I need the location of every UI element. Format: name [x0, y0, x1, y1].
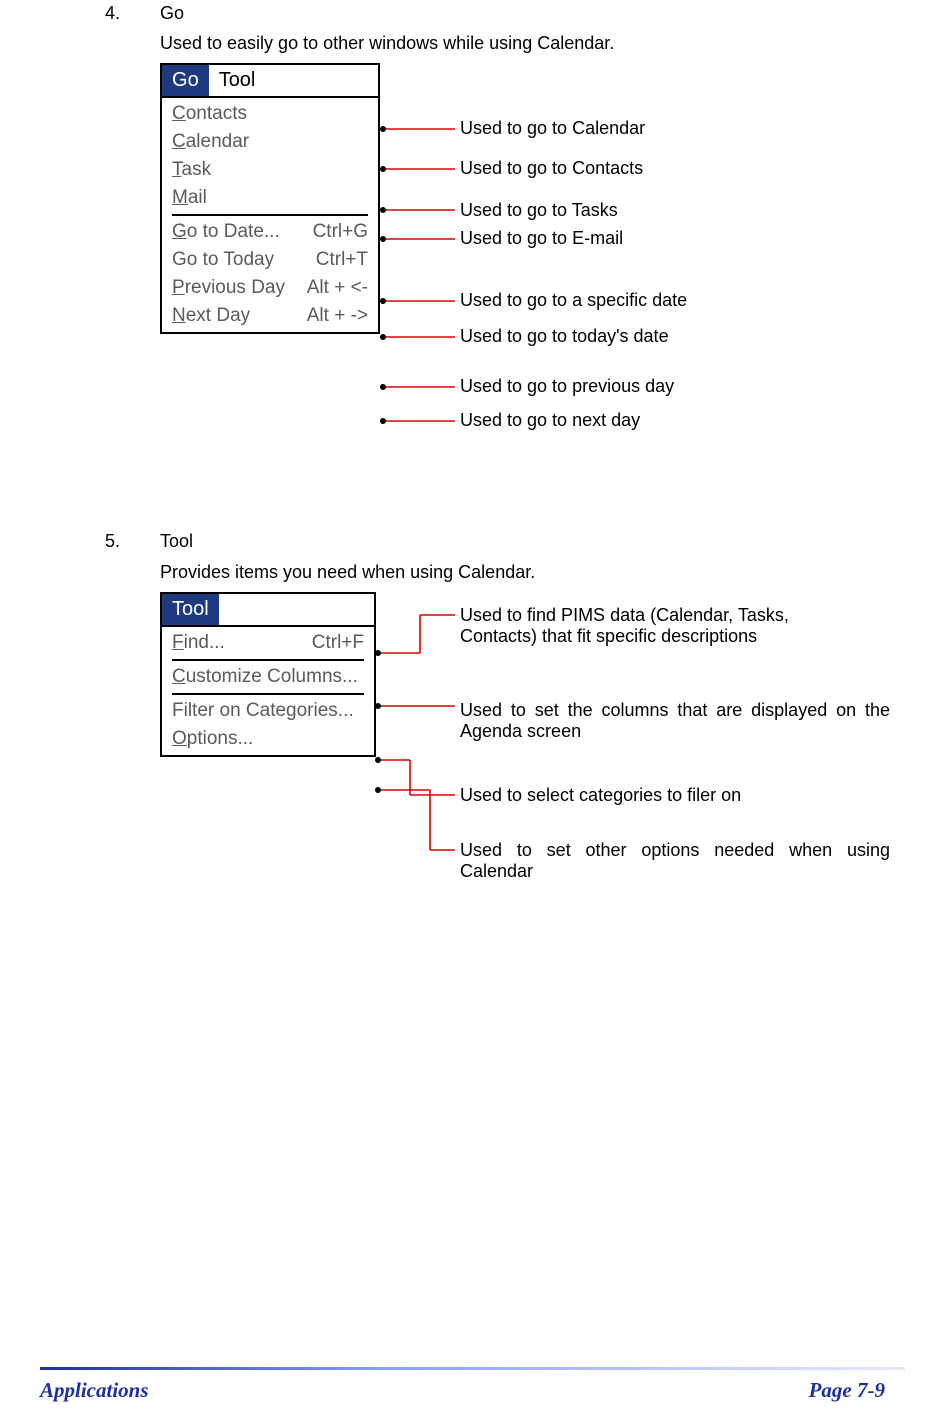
tool-desc-2: Used to select categories to filer on [460, 785, 890, 806]
tool-menu-screenshot: Tool Find...Ctrl+F Customize Columns... … [160, 592, 376, 757]
tool-desc-1: Used to set the columns that are display… [460, 700, 890, 742]
section5-title: Tool [160, 531, 193, 552]
go-item-calendar[interactable]: Calendar [162, 128, 378, 156]
go-menu-screenshot: Go Tool Contacts Calendar Task Mail Go t… [160, 63, 380, 334]
section5-desc: Provides items you need when using Calen… [160, 562, 535, 583]
tool-separator-1 [172, 659, 364, 661]
go-menubar: Go Tool [162, 65, 378, 98]
tool-item-options[interactable]: Options... [162, 725, 374, 753]
go-item-task[interactable]: Task [162, 156, 378, 184]
footer-page: Page 7-9 [809, 1378, 885, 1403]
go-desc-7: Used to go to next day [460, 410, 640, 431]
section4-desc: Used to easily go to other windows while… [160, 33, 614, 54]
tool-desc-3: Used to set other options needed when us… [460, 840, 890, 882]
go-item-gotodate[interactable]: Go to Date...Ctrl+G [162, 218, 378, 246]
go-desc-5: Used to go to today's date [460, 326, 669, 347]
footer-rule [40, 1367, 905, 1370]
tool-desc-0: Used to find PIMS data (Calendar, Tasks,… [460, 605, 830, 647]
go-desc-0: Used to go to Calendar [460, 118, 645, 139]
go-item-nextday[interactable]: Next DayAlt + -> [162, 302, 378, 330]
tool-menubar: Tool [162, 594, 374, 627]
tool-item-filter[interactable]: Filter on Categories... [162, 697, 374, 725]
menubar-tool[interactable]: Tool [209, 65, 266, 96]
go-item-prevday[interactable]: Previous DayAlt + <- [162, 274, 378, 302]
section4-title: Go [160, 3, 184, 24]
go-desc-1: Used to go to Contacts [460, 158, 643, 179]
go-item-gototoday[interactable]: Go to TodayCtrl+T [162, 246, 378, 274]
section4-num: 4. [105, 3, 120, 24]
go-item-contacts[interactable]: Contacts [162, 100, 378, 128]
go-desc-4: Used to go to a specific date [460, 290, 687, 311]
go-separator [172, 214, 368, 216]
go-item-mail[interactable]: Mail [162, 184, 378, 212]
tool-item-customize[interactable]: Customize Columns... [162, 663, 374, 691]
menubar-go[interactable]: Go [162, 65, 209, 96]
tool-item-find[interactable]: Find...Ctrl+F [162, 629, 374, 657]
section5-num: 5. [105, 531, 120, 552]
tool-separator-2 [172, 693, 364, 695]
menubar-tool-active[interactable]: Tool [162, 594, 219, 625]
go-desc-2: Used to go to Tasks [460, 200, 618, 221]
go-desc-6: Used to go to previous day [460, 376, 674, 397]
go-desc-3: Used to go to E-mail [460, 228, 623, 249]
footer-section: Applications [40, 1378, 149, 1403]
